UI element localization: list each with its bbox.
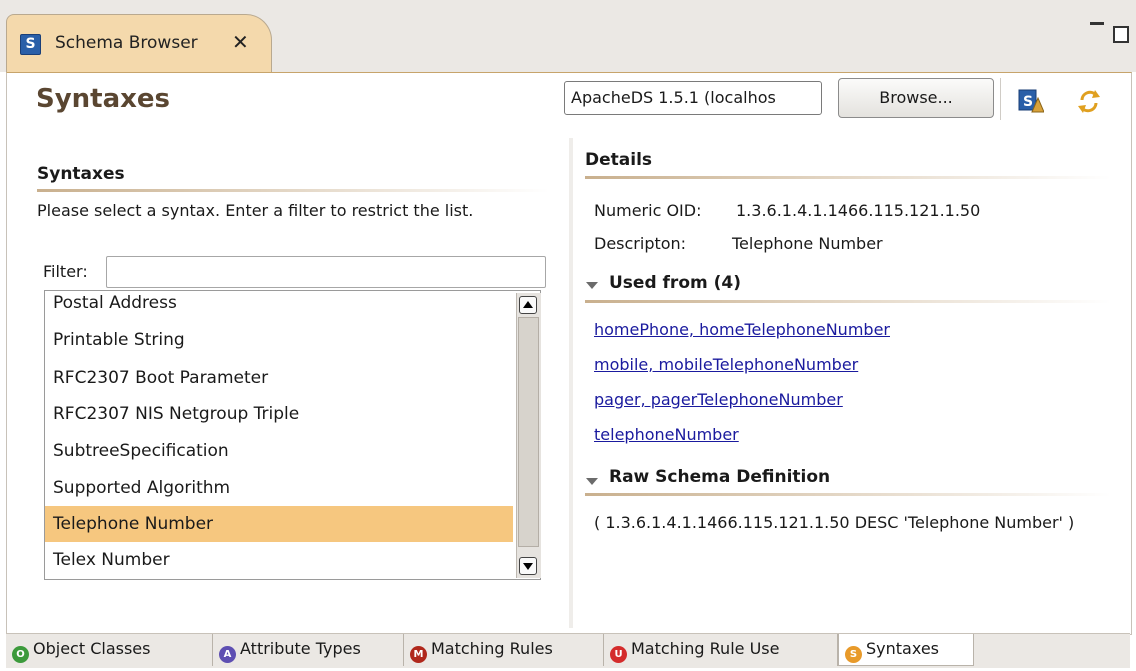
scroll-down-button[interactable]	[519, 557, 537, 575]
arrow-down-icon	[523, 563, 533, 570]
raw-definition-rule	[585, 493, 1111, 496]
syntaxes-section-heading: Syntaxes	[37, 164, 125, 184]
syntaxes-section-rule	[37, 189, 549, 192]
connection-combo[interactable]: ApacheDS 1.5.1 (localhos	[564, 81, 822, 115]
minimize-icon[interactable]	[1090, 22, 1104, 25]
object-class-icon: O	[12, 646, 29, 663]
show-schema-icon[interactable]: S	[1018, 88, 1045, 114]
oid-value: 1.3.6.1.4.1.1466.115.121.1.50	[736, 201, 981, 220]
toolbar-separator	[1000, 78, 1001, 120]
used-from-link[interactable]: mobile, mobileTelephoneNumber	[594, 355, 858, 374]
used-from-link[interactable]: pager, pagerTelephoneNumber	[594, 390, 843, 409]
filter-label: Filter:	[43, 262, 88, 281]
browse-button[interactable]: Browse...	[838, 78, 994, 118]
tab-label: Attribute Types	[240, 639, 361, 658]
tab-syntaxes[interactable]: S Syntaxes	[838, 634, 974, 666]
list-item[interactable]: RFC2307 NIS Netgroup Triple	[45, 396, 513, 432]
page-title: Syntaxes	[36, 84, 171, 114]
details-rule	[585, 176, 1111, 179]
description-label: Descripton:	[594, 234, 687, 253]
schema-browser-icon: S	[20, 34, 41, 55]
matching-rule-use-icon: U	[610, 646, 627, 663]
tab-object-classes[interactable]: O Object Classes	[6, 634, 213, 666]
list-item[interactable]: Printable String	[45, 322, 513, 358]
list-item[interactable]: RFC2307 Boot Parameter	[45, 360, 513, 396]
filter-input[interactable]	[106, 256, 546, 288]
tab-label: Object Classes	[33, 639, 151, 658]
scrollbar-thumb[interactable]	[518, 317, 539, 547]
tab-label: Syntaxes	[866, 639, 939, 658]
sash-divider[interactable]	[569, 138, 573, 628]
arrow-up-icon	[523, 301, 533, 308]
list-item-selected[interactable]: Telephone Number	[45, 506, 513, 542]
used-from-link[interactable]: homePhone, homeTelephoneNumber	[594, 320, 890, 339]
oid-label: Numeric OID:	[594, 201, 702, 220]
list-item[interactable]: Postal Address	[45, 291, 513, 321]
tab-label: Matching Rule Use	[631, 639, 780, 658]
used-from-heading[interactable]: Used from (4)	[609, 273, 741, 293]
syntax-list[interactable]: Postal Address Printable String RFC2307 …	[44, 290, 541, 580]
list-item[interactable]: Supported Algorithm	[45, 470, 513, 506]
tab-matching-rule-use[interactable]: U Matching Rule Use	[604, 634, 838, 666]
details-heading: Details	[585, 150, 653, 170]
expand-used-from-icon[interactable]	[586, 282, 598, 289]
close-tab-icon[interactable]: ✕	[232, 30, 249, 54]
editor-tab-title: Schema Browser	[55, 33, 198, 53]
attribute-type-icon: A	[219, 646, 236, 663]
scroll-up-button[interactable]	[519, 296, 537, 314]
tab-label: Matching Rules	[431, 639, 553, 658]
list-item[interactable]: SubtreeSpecification	[45, 433, 513, 469]
list-item[interactable]: Telex Number	[45, 542, 513, 578]
maximize-icon[interactable]	[1113, 26, 1129, 43]
raw-definition-heading[interactable]: Raw Schema Definition	[609, 467, 830, 487]
matching-rule-icon: M	[410, 646, 427, 663]
description-value: Telephone Number	[732, 234, 883, 253]
used-from-link[interactable]: telephoneNumber	[594, 425, 739, 444]
list-scrollbar[interactable]	[516, 293, 541, 578]
expand-raw-definition-icon[interactable]	[586, 478, 598, 485]
used-from-rule	[585, 300, 1111, 303]
tab-attribute-types[interactable]: A Attribute Types	[213, 634, 404, 666]
svg-text:S: S	[1023, 94, 1033, 110]
raw-definition-value: ( 1.3.6.1.4.1.1466.115.121.1.50 DESC 'Te…	[594, 513, 1075, 532]
refresh-icon[interactable]	[1074, 86, 1104, 116]
tab-matching-rules[interactable]: M Matching Rules	[404, 634, 604, 666]
syntaxes-description: Please select a syntax. Enter a filter t…	[37, 201, 474, 220]
syntax-icon: S	[845, 646, 862, 663]
